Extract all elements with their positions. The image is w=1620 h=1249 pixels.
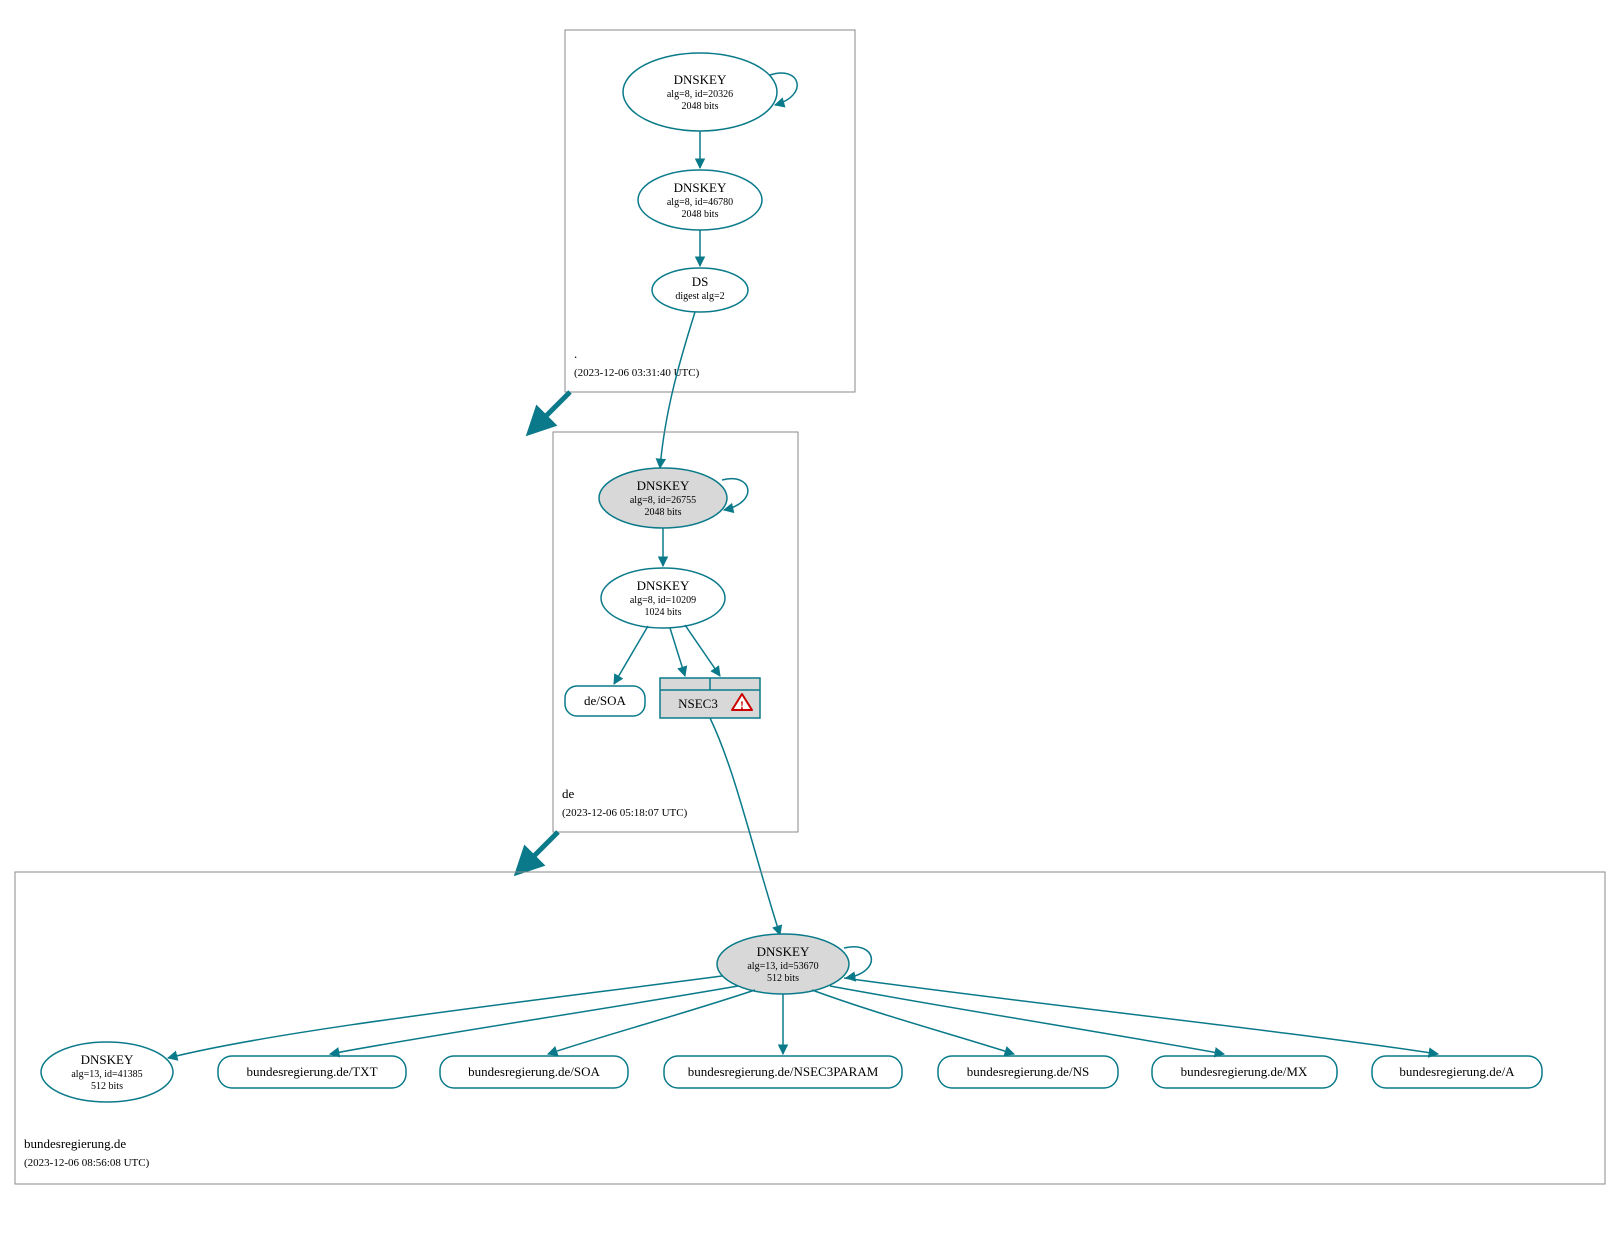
svg-text:bundesregierung.de/SOA: bundesregierung.de/SOA <box>468 1064 600 1079</box>
svg-text:!: ! <box>740 698 744 712</box>
svg-text:DNSKEY: DNSKEY <box>674 180 727 195</box>
node-leaf-ns[interactable]: bundesregierung.de/NS <box>938 1056 1118 1088</box>
node-leaf-txt[interactable]: bundesregierung.de/TXT <box>218 1056 406 1088</box>
node-leaf-a[interactable]: bundesregierung.de/A <box>1372 1056 1542 1088</box>
zone-de-time: (2023-12-06 05:18:07 UTC) <box>562 807 688 819</box>
edge-lk-zsk <box>168 976 722 1058</box>
svg-text:bundesregierung.de/NS: bundesregierung.de/NS <box>967 1064 1089 1079</box>
svg-text:alg=8, id=46780: alg=8, id=46780 <box>667 197 733 208</box>
svg-text:DNSKEY: DNSKEY <box>637 578 690 593</box>
edge-root-to-de-deleg <box>530 392 570 432</box>
edge-de-to-leaf-deleg <box>518 832 558 872</box>
svg-text:digest alg=2: digest alg=2 <box>675 291 724 302</box>
svg-text:alg=13, id=53670: alg=13, id=53670 <box>747 961 818 972</box>
node-de-soa[interactable]: de/SOA <box>565 686 645 716</box>
node-root-zsk[interactable]: DNSKEY alg=8, id=46780 2048 bits <box>638 170 762 230</box>
zone-de: de (2023-12-06 05:18:07 UTC) DNSKEY alg=… <box>553 432 798 832</box>
svg-text:bundesregierung.de/A: bundesregierung.de/A <box>1399 1064 1515 1079</box>
edge-de-zsk-nsec3-r <box>685 625 720 676</box>
edge-lk-a <box>844 978 1438 1054</box>
node-leaf-ksk[interactable]: DNSKEY alg=13, id=53670 512 bits <box>717 934 849 994</box>
svg-text:2048 bits: 2048 bits <box>682 209 719 220</box>
edge-de-zsk-nsec3-l <box>670 628 685 676</box>
zone-root: . (2023-12-06 03:31:40 UTC) DNSKEY alg=8… <box>565 30 855 392</box>
svg-text:1024 bits: 1024 bits <box>645 607 682 618</box>
node-leaf-zsk[interactable]: DNSKEY alg=13, id=41385 512 bits <box>41 1042 173 1102</box>
svg-text:512 bits: 512 bits <box>767 973 799 984</box>
svg-text:de/SOA: de/SOA <box>584 693 627 708</box>
svg-text:alg=8, id=26755: alg=8, id=26755 <box>630 495 696 506</box>
svg-text:DNSKEY: DNSKEY <box>637 478 690 493</box>
svg-text:2048 bits: 2048 bits <box>645 507 682 518</box>
svg-text:bundesregierung.de/TXT: bundesregierung.de/TXT <box>246 1064 377 1079</box>
edge-lk-txt <box>330 986 738 1054</box>
zone-leaf-time: (2023-12-06 08:56:08 UTC) <box>24 1157 150 1169</box>
zone-de-label: de <box>562 786 575 801</box>
node-root-ksk[interactable]: DNSKEY alg=8, id=20326 2048 bits <box>623 53 777 131</box>
node-de-ksk[interactable]: DNSKEY alg=8, id=26755 2048 bits <box>599 468 727 528</box>
node-leaf-soa[interactable]: bundesregierung.de/SOA <box>440 1056 628 1088</box>
edge-de-zsk-soa <box>614 626 648 684</box>
zone-root-label: . <box>574 346 577 361</box>
node-root-ds[interactable]: DS digest alg=2 <box>652 268 748 312</box>
svg-text:NSEC3: NSEC3 <box>678 696 718 711</box>
svg-text:alg=13, id=41385: alg=13, id=41385 <box>71 1069 142 1080</box>
svg-text:512 bits: 512 bits <box>91 1081 123 1092</box>
svg-text:DNSKEY: DNSKEY <box>674 72 727 87</box>
svg-text:2048 bits: 2048 bits <box>682 101 719 112</box>
edge-lk-soa <box>548 990 755 1054</box>
svg-text:bundesregierung.de/MX: bundesregierung.de/MX <box>1181 1064 1308 1079</box>
node-leaf-n3p[interactable]: bundesregierung.de/NSEC3PARAM <box>664 1056 902 1088</box>
edge-lk-ns <box>812 990 1014 1054</box>
node-leaf-mx[interactable]: bundesregierung.de/MX <box>1152 1056 1337 1088</box>
svg-text:alg=8, id=10209: alg=8, id=10209 <box>630 595 696 606</box>
node-de-zsk[interactable]: DNSKEY alg=8, id=10209 1024 bits <box>601 568 725 628</box>
svg-text:bundesregierung.de/NSEC3PARAM: bundesregierung.de/NSEC3PARAM <box>688 1064 879 1079</box>
edge-nsec3-to-leaf-ksk <box>710 718 780 935</box>
zone-leaf: bundesregierung.de (2023-12-06 08:56:08 … <box>15 872 1605 1184</box>
node-de-nsec3[interactable]: NSEC3 ! <box>660 678 760 718</box>
zone-leaf-label: bundesregierung.de <box>24 1136 126 1151</box>
svg-text:DNSKEY: DNSKEY <box>757 944 810 959</box>
svg-text:alg=8, id=20326: alg=8, id=20326 <box>667 89 733 100</box>
zone-root-time: (2023-12-06 03:31:40 UTC) <box>574 367 700 379</box>
svg-text:DS: DS <box>692 274 709 289</box>
svg-text:DNSKEY: DNSKEY <box>81 1052 134 1067</box>
edge-lk-mx <box>830 986 1224 1054</box>
edge-root-ds-to-de-ksk <box>660 312 695 468</box>
